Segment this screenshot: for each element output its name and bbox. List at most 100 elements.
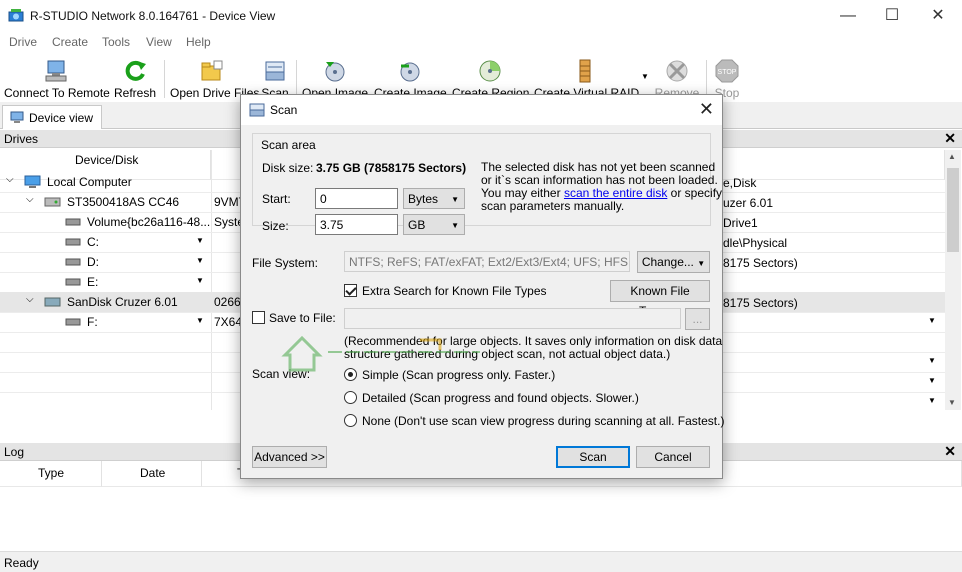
dropdown-arrow-icon[interactable]: ▼ xyxy=(196,276,204,285)
file-system-label: File System: xyxy=(252,256,319,270)
partition-icon xyxy=(65,258,81,266)
menu-create[interactable]: Create xyxy=(52,35,88,49)
menu-view[interactable]: View xyxy=(146,35,172,49)
remove-icon xyxy=(666,60,688,82)
scroll-up-icon[interactable]: ▲ xyxy=(948,152,956,161)
save-to-file-path xyxy=(344,308,681,329)
size-unit-select[interactable]: GB ▼ xyxy=(403,214,465,235)
browse-button[interactable]: ... xyxy=(685,308,710,330)
scan-dialog-icon xyxy=(249,103,265,117)
log-pane-close-icon[interactable]: ✕ xyxy=(944,443,956,460)
file-system-field: NTFS; ReFS; FAT/exFAT; Ext2/Ext3/Ext4; U… xyxy=(344,251,630,272)
scan-view-detailed-label: Detailed (Scan progress and found object… xyxy=(362,391,639,405)
app-icon xyxy=(8,9,24,22)
property-value: 8175 Sectors) xyxy=(723,256,798,270)
scan-view-none-label: None (Don't use scan view progress durin… xyxy=(362,414,725,428)
menu-help[interactable]: Help xyxy=(186,35,211,49)
scan-area-label: Scan area xyxy=(261,138,316,152)
folder-icon xyxy=(201,60,223,81)
minimize-button[interactable]: — xyxy=(838,6,858,26)
property-value: uzer 6.01 xyxy=(723,196,774,210)
scan-view-none-radio[interactable] xyxy=(344,414,357,427)
dropdown-arrow-icon[interactable]: ▼ xyxy=(196,256,204,265)
size-label: Size: xyxy=(262,219,289,233)
scroll-down-icon[interactable]: ▼ xyxy=(948,398,956,407)
extra-search-checkbox[interactable] xyxy=(344,284,357,297)
svg-text:STOP: STOP xyxy=(718,69,737,76)
dropdown-arrow-icon[interactable]: ▼ xyxy=(928,316,936,325)
toolbar-separator xyxy=(706,60,707,98)
property-value: e,Disk xyxy=(723,176,757,190)
status-text: Ready xyxy=(4,556,39,570)
dropdown-arrow-icon[interactable]: ▼ xyxy=(928,376,936,385)
log-pane-title: Log xyxy=(4,445,25,459)
maximize-button[interactable]: ☐ xyxy=(882,6,902,26)
change-button[interactable]: Change... ▼ xyxy=(637,251,710,273)
refresh-icon xyxy=(125,60,146,81)
partition-icon xyxy=(65,278,81,286)
extra-search-label: Extra Search for Known File Types xyxy=(362,284,547,298)
dropdown-arrow-icon[interactable]: ▼ xyxy=(928,356,936,365)
save-to-file-checkbox[interactable] xyxy=(252,311,265,324)
create-region-icon xyxy=(479,60,501,82)
open-image-icon xyxy=(325,62,345,82)
computer-icon xyxy=(24,175,41,188)
raid-icon xyxy=(579,59,591,83)
scan-note: The selected disk has not yet been scann… xyxy=(481,160,723,213)
dropdown-arrow-icon[interactable]: ▼ xyxy=(928,396,936,405)
hard-disk-icon xyxy=(44,197,61,207)
scan-submit-button[interactable]: Scan xyxy=(556,446,630,468)
dropdown-arrow-icon[interactable]: ▼ xyxy=(196,316,204,325)
collapse-chevron-icon[interactable]: ⌵ xyxy=(26,194,34,205)
dialog-close-icon[interactable]: ✕ xyxy=(699,99,714,120)
start-label: Start: xyxy=(262,192,291,206)
start-input[interactable]: 0 xyxy=(315,188,398,209)
stop-icon: STOP xyxy=(715,59,739,83)
device-view-icon xyxy=(10,111,24,123)
dropdown-arrow-icon: ▼ xyxy=(451,195,459,204)
cancel-button[interactable]: Cancel xyxy=(636,446,710,468)
save-to-file-label: Save to File: xyxy=(269,311,336,325)
menu-bar: Drive Create Tools View Help xyxy=(0,32,962,52)
drives-scrollbar[interactable]: ▲ ▼ xyxy=(945,150,961,410)
dropdown-arrow-icon: ▼ xyxy=(451,221,459,230)
menu-tools[interactable]: Tools xyxy=(102,35,130,49)
partition-icon xyxy=(65,318,81,326)
scan-dialog: Scan ✕ Scan area Disk size: 3.75 GB (785… xyxy=(240,94,725,479)
usb-disk-icon xyxy=(44,297,61,307)
menu-drive[interactable]: Drive xyxy=(9,35,37,49)
title-bar: R-STUDIO Network 8.0.164761 - Device Vie… xyxy=(0,0,962,32)
advanced-button[interactable]: Advanced >> xyxy=(252,446,327,468)
watermark-logo xyxy=(281,335,480,372)
drives-pane-title: Drives xyxy=(4,132,39,146)
drives-pane-close-icon[interactable]: ✕ xyxy=(944,130,956,147)
disk-size-value: 3.75 GB (7858175 Sectors) xyxy=(316,161,467,175)
disk-size-label: Disk size: xyxy=(262,161,314,175)
log-column-type[interactable]: Type xyxy=(0,461,102,487)
toolbar-separator xyxy=(164,60,165,98)
dropdown-arrow-icon: ▼ xyxy=(697,259,706,268)
create-image-icon xyxy=(400,62,420,82)
size-input[interactable]: 3.75 xyxy=(315,214,398,235)
status-bar: Ready xyxy=(0,551,962,572)
partition-icon xyxy=(65,238,81,246)
close-button[interactable]: ✕ xyxy=(928,6,948,26)
scan-area-group: Scan area Disk size: 3.75 GB (7858175 Se… xyxy=(252,133,722,233)
refresh-button[interactable]: Refresh xyxy=(110,58,160,100)
log-column-date[interactable]: Date xyxy=(102,461,202,487)
scan-entire-disk-link[interactable]: scan the entire disk xyxy=(564,186,667,200)
connect-remote-button[interactable]: Connect To Remote xyxy=(4,58,110,100)
collapse-chevron-icon[interactable]: ⌵ xyxy=(6,174,14,185)
known-file-types-button[interactable]: Known File Types... xyxy=(610,280,710,318)
tab-device-view[interactable]: Device view xyxy=(2,105,102,129)
scan-icon xyxy=(265,61,285,81)
collapse-chevron-icon[interactable]: ⌵ xyxy=(26,294,34,305)
window-title: R-STUDIO Network 8.0.164761 - Device Vie… xyxy=(30,9,276,23)
scan-view-detailed-radio[interactable] xyxy=(344,391,357,404)
scrollbar-thumb[interactable] xyxy=(947,168,959,252)
start-unit-select[interactable]: Bytes ▼ xyxy=(403,188,465,209)
raid-dropdown-arrow-icon[interactable]: ▼ xyxy=(641,72,649,81)
dialog-title: Scan xyxy=(270,103,298,117)
dropdown-arrow-icon[interactable]: ▼ xyxy=(196,236,204,245)
connect-remote-icon xyxy=(45,60,67,82)
